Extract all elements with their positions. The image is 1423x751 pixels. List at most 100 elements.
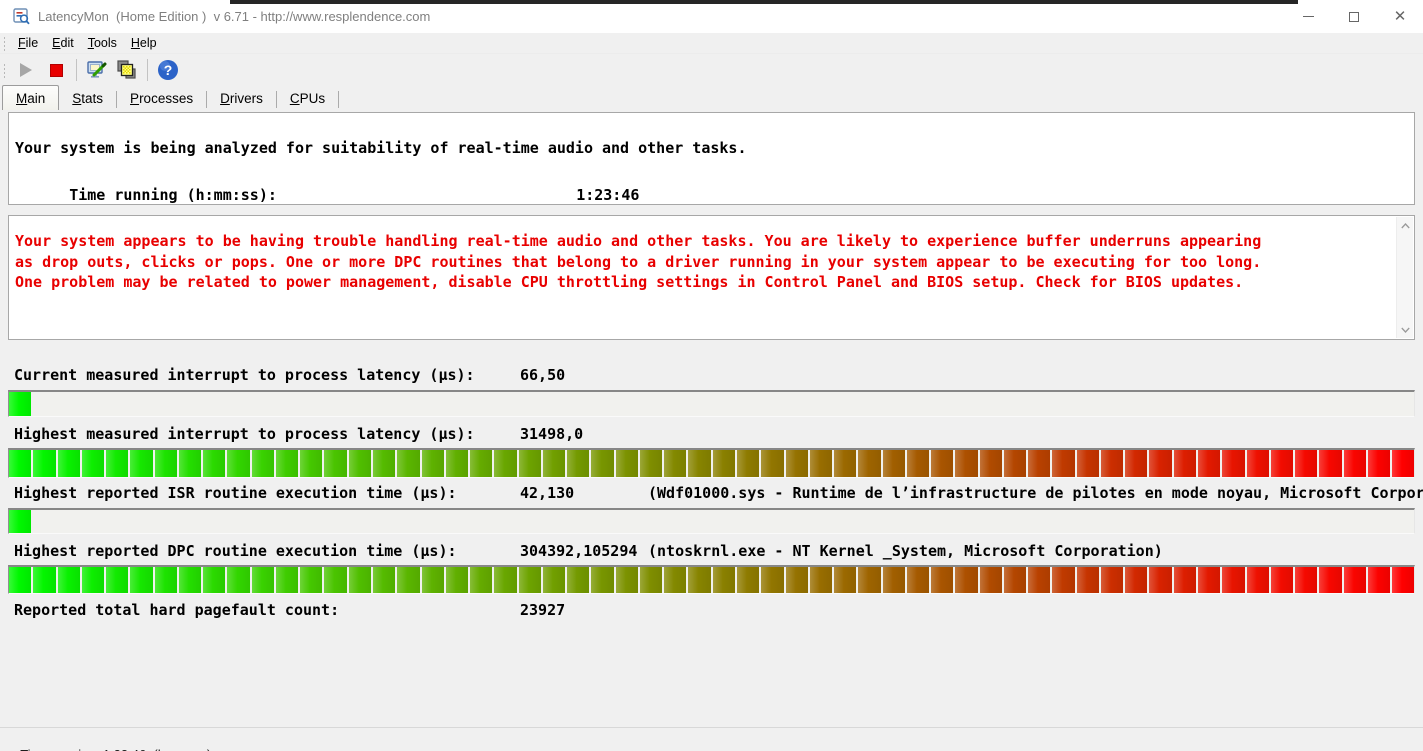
menu-tools[interactable]: Tools [81,34,124,52]
meter-segment [81,450,105,477]
processes-view-button[interactable] [114,57,140,83]
chevron-down-icon [1401,327,1410,333]
meter-segment [761,567,784,593]
meter-segment [1052,450,1075,477]
tab-drivers[interactable]: Drivers [207,88,276,110]
processes-icon [117,60,136,79]
tabbar: Main Stats Processes Drivers CPUs [2,85,340,110]
meter-segment [1052,567,1075,593]
meter-segment [1101,510,1123,533]
meter-segment [130,567,153,593]
meter-segment [834,567,857,593]
menu-edit[interactable]: Edit [45,34,81,52]
meter-segment [9,567,32,593]
meter-segment [615,567,638,593]
tab-separator [338,91,340,108]
help-button[interactable]: ? [155,57,181,83]
meter-segment [155,392,177,416]
meter-segment [1270,567,1294,593]
meter-segment [518,450,541,477]
meter-segment [1343,450,1366,477]
maximize-button[interactable] [1331,0,1377,33]
meter-segment [154,567,177,593]
analyze-system-button[interactable] [84,57,110,83]
meter-segment [227,510,249,533]
toolbar-separator [147,59,148,81]
close-icon: ✕ [1393,8,1407,25]
meter-segment [712,450,735,477]
meter-segment [203,392,225,416]
meter-segment [179,392,201,416]
meter-segment [1004,392,1026,416]
tab-processes[interactable]: Processes [117,88,206,110]
meter-segment [858,510,880,533]
tab-cpus[interactable]: CPUs [277,88,338,110]
play-icon [20,63,32,77]
metric-info: (Wdf01000.sys - Runtime de l’infrastruct… [648,484,1423,502]
stop-monitor-button[interactable] [43,57,69,83]
meter-segment [203,510,225,533]
meter-segment [979,567,1002,593]
meter-segment [1077,392,1099,416]
toolbar-gripper [3,62,6,78]
warning-scrollbar[interactable] [1396,217,1413,338]
meter-segment [1125,392,1147,416]
meter-segment [324,450,347,477]
meter-segment [1198,392,1220,416]
meter-segment [785,450,808,477]
menu-file[interactable]: File [11,34,45,52]
meter-segment [1246,450,1269,477]
meter-segment [349,510,371,533]
tab-stats[interactable]: Stats [59,88,116,110]
scroll-up-button[interactable] [1397,217,1414,234]
meter-segment [907,392,929,416]
meter-segment [251,450,274,477]
meter-segment [349,392,371,416]
start-monitor-button[interactable] [13,57,39,83]
menu-help[interactable]: Help [124,34,164,52]
meter-segment [348,567,371,593]
dpc-time-meter [8,565,1415,594]
warning-panel: Your system appears to be having trouble… [8,215,1415,340]
meter-segment [372,450,396,477]
meter-segment [445,450,469,477]
meter-segment [1125,450,1148,477]
meter-segment [542,450,566,477]
maximize-icon [1349,11,1359,22]
minimize-button[interactable] [1285,0,1331,33]
meter-segment [906,567,930,593]
meter-segment [639,567,663,593]
meter-segment [1392,450,1414,477]
meter-segment [1149,567,1172,593]
close-button[interactable]: ✕ [1377,0,1423,33]
meter-segment [1295,450,1318,477]
meter-segment [1003,567,1027,593]
meter-segment [324,567,347,593]
meter-segment [713,392,735,416]
meter-segment [1271,510,1293,533]
meter-segment [834,450,857,477]
meter-segment [1198,450,1221,477]
meter-segment [179,510,201,533]
highest-latency-meter [8,448,1415,478]
meter-segment [1367,450,1391,477]
metric-info [648,366,1423,385]
metric-info [648,425,1423,444]
meter-segment [421,450,444,477]
meter-segment [543,510,565,533]
metric-value: 23927 [520,601,566,619]
meter-segment [300,392,322,416]
meter-segment [178,567,202,593]
time-running-label: Time running (h:mm:ss): [69,186,277,204]
meter-segment [1319,392,1341,416]
meter-segment [252,392,274,416]
meter-segment [882,567,905,593]
tab-main[interactable]: Main [2,85,60,110]
chevron-up-icon [1401,222,1410,228]
meter-segment [106,392,128,416]
meter-segment [130,450,153,477]
meter-segment [858,450,881,477]
scroll-down-button[interactable] [1397,321,1414,338]
window-controls: ✕ [1285,0,1423,33]
meter-segment [567,392,589,416]
